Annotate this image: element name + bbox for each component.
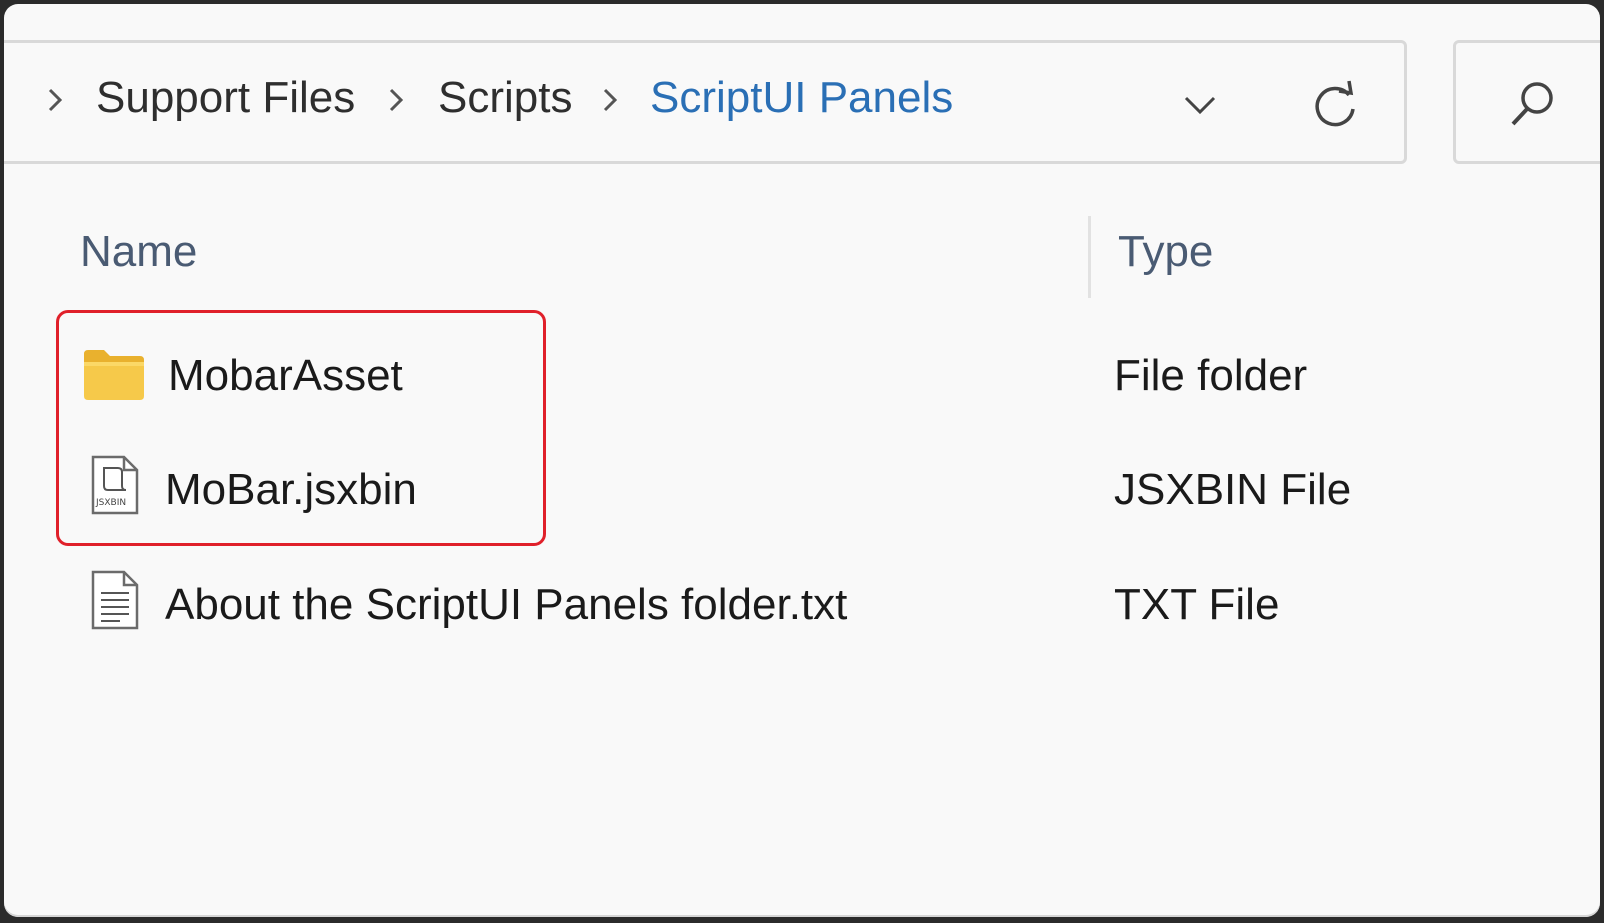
jsxbin-icon-label: JSXBIN [96,498,127,508]
file-row-mobarasset[interactable]: MobarAsset File folder [4,326,1600,426]
chevron-down-icon[interactable] [1182,92,1218,118]
column-divider[interactable] [1088,216,1091,298]
column-header-name[interactable]: Name [80,222,197,282]
file-type: TXT File [1114,580,1280,629]
breadcrumb-separator-icon [599,68,627,128]
refresh-icon[interactable] [1309,79,1361,131]
file-name: MobarAsset [168,351,403,400]
file-row-mobar-jsxbin[interactable]: JSXBIN MoBar.jsxbin JSXBIN File [4,440,1600,540]
breadcrumb-support-files[interactable]: Support Files [96,68,355,128]
jsxbin-file-icon: JSXBIN [90,454,140,516]
file-explorer-window: Support Files Scripts ScriptUI Panels Na… [4,4,1600,917]
breadcrumb-scripts[interactable]: Scripts [438,68,572,128]
breadcrumb-separator-icon [385,68,413,128]
breadcrumb-scriptui-panels[interactable]: ScriptUI Panels [650,68,953,128]
text-file-icon [90,569,140,631]
folder-icon [82,346,146,402]
file-type: JSXBIN File [1114,465,1352,514]
file-name: MoBar.jsxbin [165,465,417,514]
breadcrumb-chevron-icon[interactable] [44,68,72,128]
column-header-type[interactable]: Type [1118,222,1213,282]
search-icon[interactable] [1507,78,1559,130]
file-name: About the ScriptUI Panels folder.txt [165,580,848,629]
file-type: File folder [1114,351,1308,400]
file-row-about-txt[interactable]: About the ScriptUI Panels folder.txt TXT… [4,555,1600,655]
